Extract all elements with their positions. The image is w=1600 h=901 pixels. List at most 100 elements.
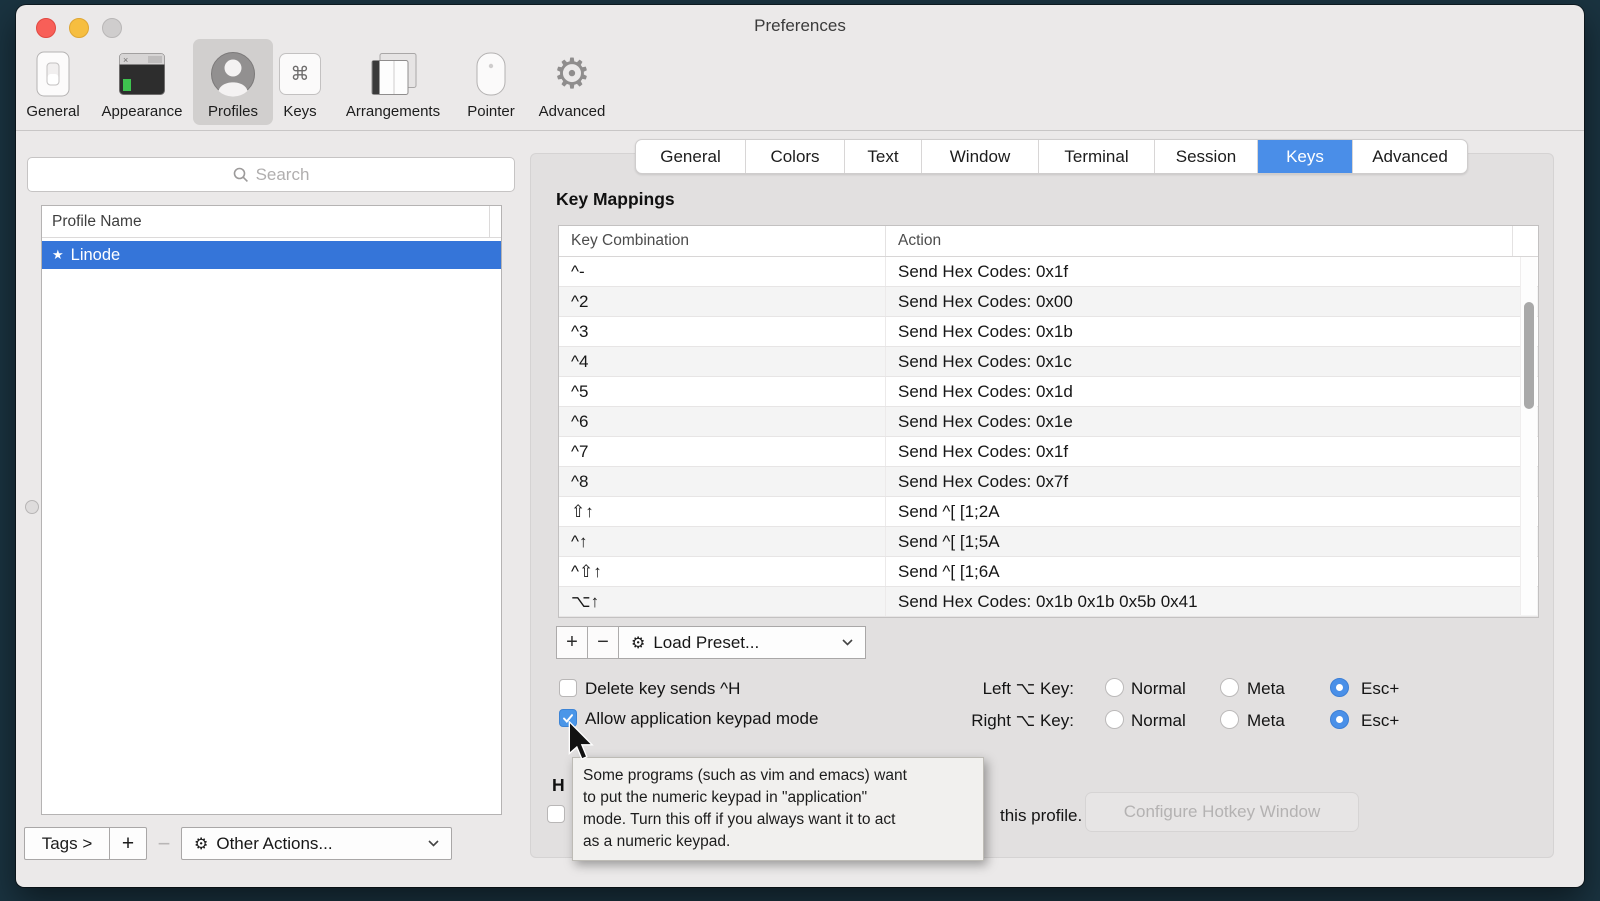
key-mapping-row[interactable]: ^4Send Hex Codes: 0x1c bbox=[559, 347, 1538, 377]
profile-name-column-header: Profile Name bbox=[42, 213, 142, 231]
default-profile-star-icon: ★ bbox=[52, 247, 64, 263]
toolbar-label: Profiles bbox=[208, 103, 258, 125]
other-actions-dropdown[interactable]: ⚙ Other Actions... bbox=[181, 827, 452, 860]
profile-row-linode[interactable]: ★ Linode bbox=[42, 241, 501, 269]
key-mapping-row[interactable]: ^6Send Hex Codes: 0x1e bbox=[559, 407, 1538, 437]
splitter-handle[interactable] bbox=[25, 500, 39, 514]
svg-text:×: × bbox=[123, 55, 128, 65]
tab-colors[interactable]: Colors bbox=[746, 140, 845, 173]
key-mapping-row[interactable]: ⇧↑Send ^[ [1;2A bbox=[559, 497, 1538, 527]
toolbar-item-keys[interactable]: ⌘ Keys bbox=[270, 39, 330, 125]
other-actions-label: Other Actions... bbox=[216, 834, 332, 854]
key-mapping-row[interactable]: ^↑Send ^[ [1;5A bbox=[559, 527, 1538, 557]
toolbar-label: Arrangements bbox=[346, 103, 440, 125]
toolbar-label: Pointer bbox=[467, 103, 515, 125]
tab-general[interactable]: General bbox=[636, 140, 746, 173]
radio-label: Esc+ bbox=[1361, 711, 1399, 731]
general-icon bbox=[34, 45, 72, 103]
column-spacer bbox=[1513, 226, 1538, 256]
toolbar-label: General bbox=[26, 103, 79, 125]
radio-right-meta[interactable] bbox=[1220, 710, 1239, 729]
tags-button[interactable]: Tags > bbox=[24, 827, 110, 860]
remove-mapping-button[interactable]: − bbox=[588, 626, 619, 659]
add-mapping-button[interactable]: + bbox=[556, 626, 588, 659]
gear-icon: ⚙ bbox=[631, 633, 645, 653]
hotkey-heading-partial: H bbox=[552, 775, 565, 796]
remove-profile-button[interactable]: − bbox=[147, 827, 181, 860]
key-mapping-row[interactable]: ^5Send Hex Codes: 0x1d bbox=[559, 377, 1538, 407]
profile-name: Linode bbox=[71, 246, 121, 265]
left-option-key-label: Left ⌥ Key: bbox=[946, 679, 1074, 699]
radio-label: Esc+ bbox=[1361, 679, 1399, 699]
add-profile-button[interactable]: + bbox=[110, 827, 147, 860]
tab-terminal[interactable]: Terminal bbox=[1039, 140, 1155, 173]
key-mappings-table: Key Combination Action ^-Send Hex Codes:… bbox=[558, 225, 1539, 618]
radio-label: Normal bbox=[1131, 679, 1186, 699]
appearance-icon: × bbox=[118, 45, 166, 103]
configure-hotkey-window-button[interactable]: Configure Hotkey Window bbox=[1085, 792, 1359, 832]
toolbar-item-general[interactable]: General bbox=[20, 39, 86, 125]
scrollbar-track[interactable] bbox=[1520, 257, 1537, 615]
radio-label: Normal bbox=[1131, 711, 1186, 731]
profile-list: Profile Name ★ Linode bbox=[41, 205, 502, 815]
profile-list-header[interactable]: Profile Name bbox=[42, 206, 501, 238]
radio-right-normal[interactable] bbox=[1105, 710, 1124, 729]
window-title: Preferences bbox=[16, 16, 1584, 36]
tab-session[interactable]: Session bbox=[1155, 140, 1258, 173]
profile-tab-bar: General Colors Text Window Terminal Sess… bbox=[635, 139, 1468, 174]
preferences-window: Preferences General × Appearance Profile… bbox=[16, 5, 1584, 887]
search-icon bbox=[233, 167, 249, 183]
scrollbar-thumb[interactable] bbox=[1524, 302, 1534, 409]
radio-left-meta[interactable] bbox=[1220, 678, 1239, 697]
arrangements-icon bbox=[368, 45, 418, 103]
column-divider bbox=[489, 206, 490, 237]
key-mapping-row[interactable]: ⌥↑Send Hex Codes: 0x1b 0x1b 0x5b 0x41 bbox=[559, 587, 1538, 617]
toolbar-label: Appearance bbox=[102, 103, 183, 125]
chevron-down-icon bbox=[842, 639, 853, 646]
hotkey-checkbox[interactable] bbox=[547, 805, 565, 823]
toolbar-item-pointer[interactable]: Pointer bbox=[458, 39, 524, 125]
radio-left-normal[interactable] bbox=[1105, 678, 1124, 697]
advanced-icon: ⚙ bbox=[553, 45, 591, 103]
delete-key-label: Delete key sends ^H bbox=[585, 679, 740, 699]
command-glyph: ⌘ bbox=[291, 63, 310, 86]
key-mappings-heading: Key Mappings bbox=[556, 189, 675, 210]
column-key-combination[interactable]: Key Combination bbox=[559, 226, 886, 256]
mouse-cursor bbox=[568, 721, 594, 761]
toolbar-label: Advanced bbox=[539, 103, 606, 125]
load-preset-label: Load Preset... bbox=[653, 633, 759, 653]
key-mapping-row[interactable]: ^7Send Hex Codes: 0x1f bbox=[559, 437, 1538, 467]
profiles-icon bbox=[209, 45, 257, 103]
gear-icon: ⚙ bbox=[194, 834, 208, 854]
profile-actions-bar: Tags > + − ⚙ Other Actions... bbox=[24, 827, 452, 860]
toolbar-divider bbox=[16, 130, 1584, 131]
key-mapping-row[interactable]: ^8Send Hex Codes: 0x7f bbox=[559, 467, 1538, 497]
toolbar-item-profiles[interactable]: Profiles bbox=[193, 39, 273, 125]
load-preset-dropdown[interactable]: ⚙ Load Preset... bbox=[619, 626, 866, 659]
toolbar-item-appearance[interactable]: × Appearance bbox=[92, 39, 192, 125]
delete-key-checkbox[interactable] bbox=[559, 679, 577, 697]
hotkey-profile-text: this profile. bbox=[1000, 806, 1082, 826]
keys-icon: ⌘ bbox=[279, 45, 321, 103]
toolbar-item-arrangements[interactable]: Arrangements bbox=[330, 39, 456, 125]
toolbar-item-advanced[interactable]: ⚙ Advanced bbox=[528, 39, 616, 125]
right-option-key-label: Right ⌥ Key: bbox=[946, 711, 1074, 731]
pointer-icon bbox=[475, 45, 507, 103]
key-mapping-row[interactable]: ^2Send Hex Codes: 0x00 bbox=[559, 287, 1538, 317]
tab-keys[interactable]: Keys bbox=[1258, 140, 1353, 173]
radio-right-esc[interactable] bbox=[1330, 710, 1349, 729]
tab-advanced[interactable]: Advanced bbox=[1353, 140, 1467, 173]
search-placeholder: Search bbox=[256, 165, 310, 185]
tab-text[interactable]: Text bbox=[845, 140, 922, 173]
key-mapping-row[interactable]: ^-Send Hex Codes: 0x1f bbox=[559, 257, 1538, 287]
keypad-mode-tooltip: Some programs (such as vim and emacs) wa… bbox=[572, 757, 984, 861]
keypad-mode-label: Allow application keypad mode bbox=[585, 709, 818, 729]
key-mappings-toolbar: + − ⚙ Load Preset... bbox=[556, 626, 866, 659]
key-mapping-row[interactable]: ^⇧↑Send ^[ [1;6A bbox=[559, 557, 1538, 587]
radio-left-esc[interactable] bbox=[1330, 678, 1349, 697]
search-input[interactable]: Search bbox=[27, 157, 515, 192]
column-action[interactable]: Action bbox=[886, 226, 1513, 256]
toolbar-label: Keys bbox=[283, 103, 316, 125]
key-mapping-row[interactable]: ^3Send Hex Codes: 0x1b bbox=[559, 317, 1538, 347]
tab-window[interactable]: Window bbox=[922, 140, 1039, 173]
